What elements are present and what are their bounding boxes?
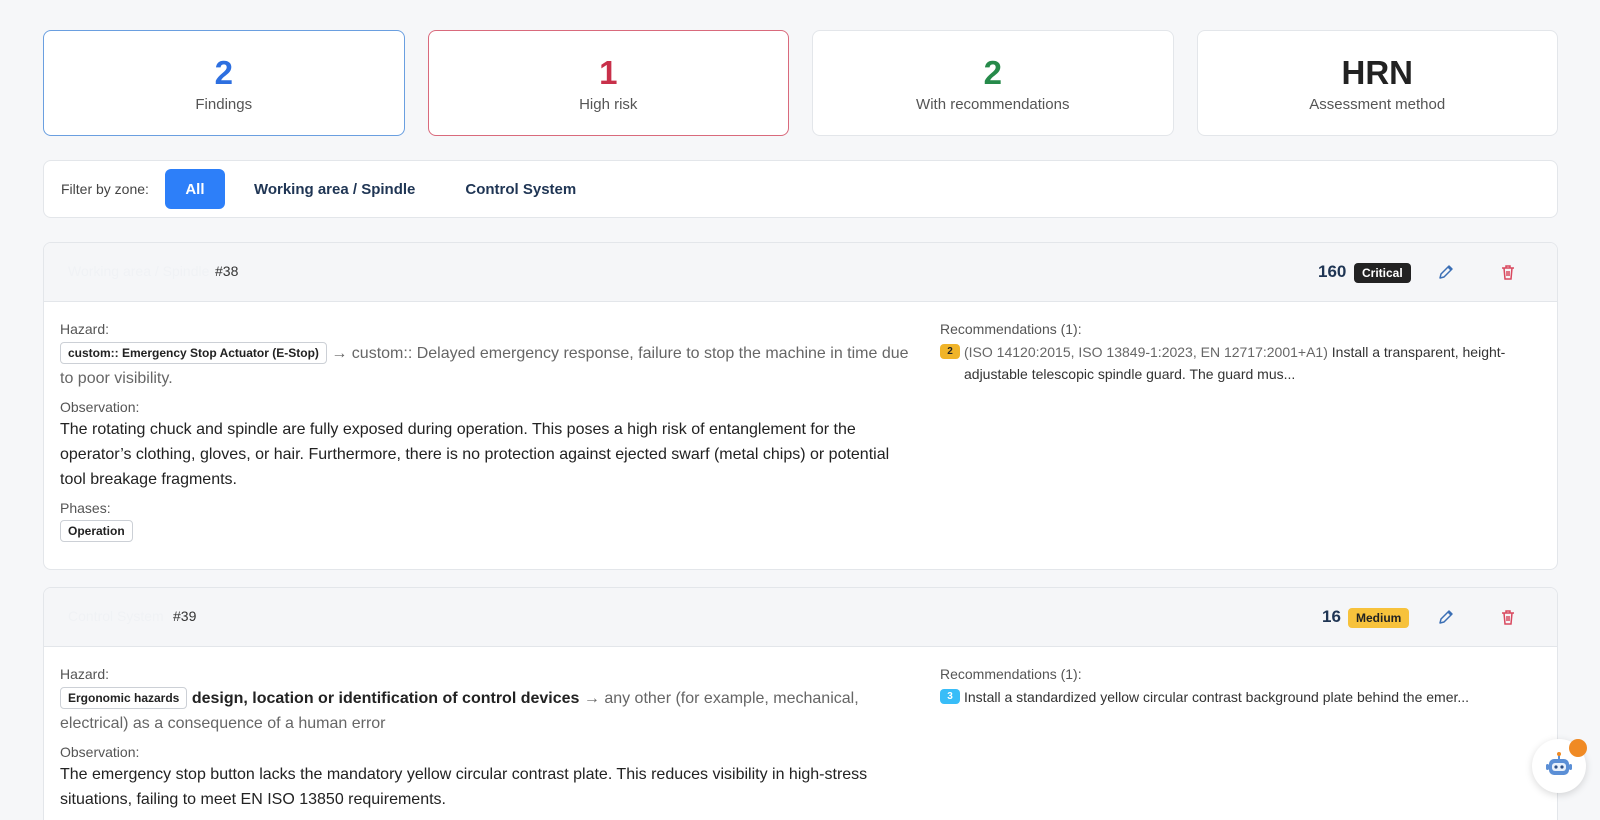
finding-id: #39 (173, 608, 197, 624)
finding-id: #38 (215, 263, 239, 279)
hazard-label: Hazard: (60, 666, 110, 682)
recommendations-panel: Recommendations (1): 2 (ISO 14120:2015, … (940, 321, 1520, 385)
stat-assessment-method: HRN Assessment method (1196, 30, 1558, 136)
stat-label: Assessment method (1309, 95, 1446, 113)
observation-text: The rotating chuck and spindle are fully… (60, 421, 890, 488)
hazard-description: custom:: Emergency Stop Actuator (E-Stop… (60, 341, 912, 391)
risk-score: 160 (1318, 262, 1347, 281)
stat-value: 2 (214, 53, 233, 91)
filter-working-area-button[interactable]: Working area / Spindle (229, 169, 440, 209)
finding-card: Control System #39 16 Medium Hazard: Erg… (43, 587, 1558, 820)
stat-with-recommendations: 2 With recommendations (812, 30, 1174, 136)
filter-all-button[interactable]: All (164, 169, 225, 209)
stats-row: 2 Findings 1 High risk 2 With recommenda… (43, 30, 1558, 136)
phase-tag: Operation (60, 520, 133, 542)
delete-icon[interactable] (1496, 605, 1520, 629)
stat-label: Findings (195, 95, 253, 113)
zone-filter-bar: Filter by zone: All Working area / Spind… (43, 160, 1558, 218)
hazard-description: Ergonomic hazards design, location or id… (60, 686, 912, 736)
severity-badge: Medium (1348, 608, 1410, 628)
filter-label: Filter by zone: (61, 181, 149, 197)
filter-control-system-button[interactable]: Control System (440, 169, 601, 209)
stat-label: With recommendations (916, 95, 1070, 113)
finding-header: Control System #39 16 Medium (44, 588, 1557, 647)
stat-value: 1 (599, 53, 618, 91)
recommendation-number: 3 (940, 689, 960, 704)
recommendation-number: 2 (940, 344, 960, 359)
risk-score: 16 (1322, 607, 1341, 626)
recommendation-text: Install a standardized yellow circular c… (964, 689, 1470, 705)
hazard-tag: custom:: Emergency Stop Actuator (E-Stop… (60, 342, 327, 364)
recommendation-item[interactable]: 2 (ISO 14120:2015, ISO 13849-1:2023, EN … (940, 341, 1520, 385)
recommendations-label: Recommendations (1): (940, 321, 1082, 337)
recommendation-standards: (ISO 14120:2015, ISO 13849-1:2023, EN 12… (964, 344, 1328, 360)
stat-high-risk: 1 High risk (427, 30, 789, 136)
finding-details: Hazard: custom:: Emergency Stop Actuator… (60, 321, 912, 542)
observation-text: The emergency stop button lacks the mand… (60, 766, 868, 808)
edit-icon[interactable] (1434, 260, 1458, 284)
stat-value: 2 (983, 53, 1002, 91)
recommendations-label: Recommendations (1): (940, 666, 1082, 682)
finding-zone: Working area / Spindle (68, 263, 210, 279)
hazard-label: Hazard: (60, 321, 110, 337)
severity-badge: Critical (1354, 263, 1411, 283)
delete-icon[interactable] (1496, 260, 1520, 284)
stat-value: HRN (1341, 53, 1414, 91)
hazard-tag: Ergonomic hazards (60, 687, 188, 709)
finding-header: Working area / Spindle #38 160 Critical (44, 243, 1557, 302)
recommendations-panel: Recommendations (1): 3 Install a standar… (940, 666, 1520, 708)
edit-icon[interactable] (1434, 605, 1458, 629)
observation-label: Observation: (60, 399, 140, 415)
stat-label: High risk (579, 95, 638, 113)
recommendation-item[interactable]: 3 Install a standardized yellow circular… (940, 686, 1520, 708)
notification-badge-icon (1569, 739, 1587, 757)
stat-findings: 2 Findings (43, 30, 405, 136)
observation-label: Observation: (60, 744, 140, 760)
finding-zone: Control System (68, 608, 164, 624)
phases-label: Phases: (60, 500, 111, 516)
finding-card: Working area / Spindle #38 160 Critical … (43, 242, 1558, 570)
finding-details: Hazard: Ergonomic hazards design, locati… (60, 666, 912, 812)
hazard-title: design, location or identification of co… (191, 690, 580, 707)
